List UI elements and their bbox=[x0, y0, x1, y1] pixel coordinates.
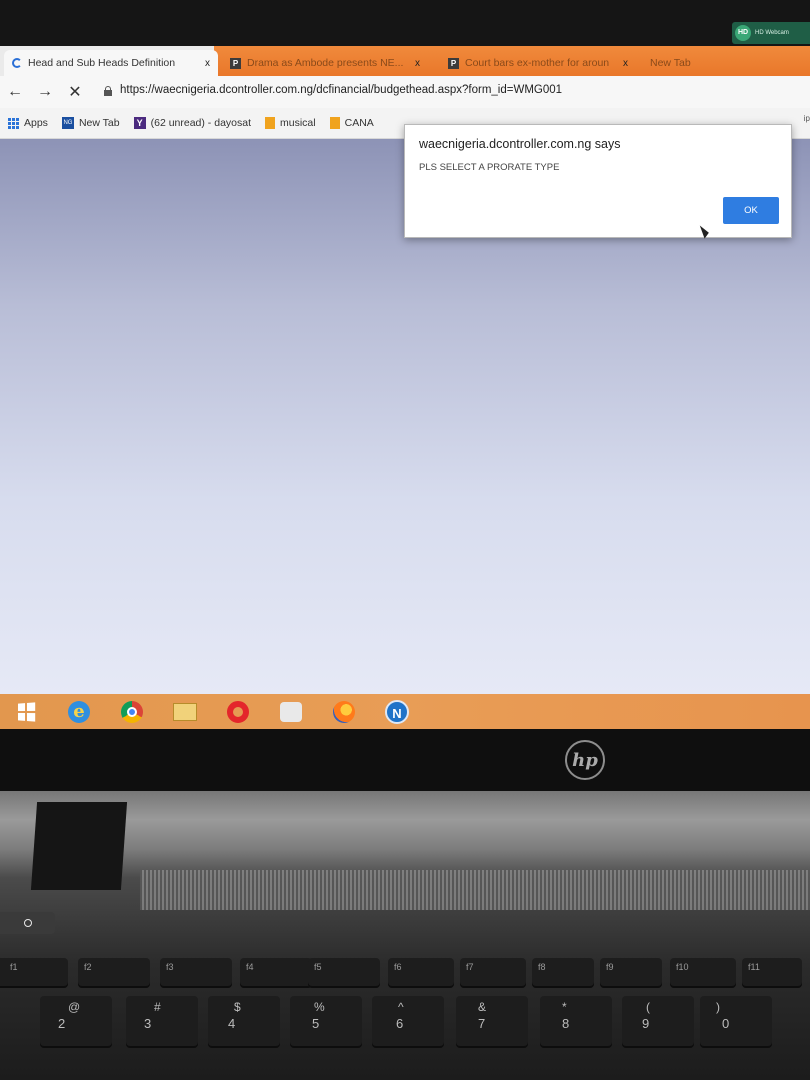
key-f1[interactable]: f1 bbox=[0, 958, 68, 988]
browser-tab-strip: Head and Sub Heads Definition x P Drama … bbox=[0, 46, 810, 76]
tab-head-and-sub-heads[interactable]: Head and Sub Heads Definition x bbox=[4, 50, 218, 76]
loading-spinner-icon bbox=[12, 58, 22, 68]
tab-close-icon[interactable]: x bbox=[623, 58, 628, 69]
yahoo-icon: Y bbox=[133, 117, 146, 129]
key-4[interactable]: $4 bbox=[208, 996, 280, 1048]
key-f8[interactable]: f8 bbox=[532, 958, 594, 988]
chrome-icon bbox=[121, 700, 143, 723]
bookmark-yahoo-mail[interactable]: Y (62 unread) - dayosat bbox=[133, 117, 252, 129]
file-explorer-icon bbox=[173, 702, 197, 721]
windows-taskbar: e N bbox=[0, 694, 810, 729]
punch-favicon-icon: P bbox=[230, 57, 241, 69]
power-icon bbox=[23, 919, 32, 927]
hp-logo: hp bbox=[565, 740, 605, 780]
folder-icon bbox=[265, 117, 276, 129]
key-5[interactable]: % 5 bbox=[290, 996, 362, 1048]
bookmark-label: New Tab bbox=[78, 117, 120, 129]
key-2[interactable]: @2 bbox=[40, 996, 112, 1048]
key-f9[interactable]: f9 bbox=[600, 958, 662, 988]
hinge-bracket bbox=[30, 802, 128, 890]
speaker-grille bbox=[140, 870, 810, 910]
taskbar-file-explorer[interactable] bbox=[165, 694, 205, 729]
bookmark-folder-musical[interactable]: musical bbox=[265, 117, 316, 129]
n-app-icon: N bbox=[385, 699, 409, 724]
taskbar-firefox[interactable] bbox=[324, 694, 364, 729]
key-f2[interactable]: f2 bbox=[78, 958, 150, 988]
firefox-icon bbox=[333, 700, 355, 723]
key-7[interactable]: & 7 bbox=[456, 996, 528, 1048]
bookmarks-overflow[interactable]: ip bbox=[804, 114, 810, 123]
key-8[interactable]: * 8 bbox=[540, 996, 612, 1048]
notification-text: HD Webcam bbox=[755, 29, 789, 36]
address-bar[interactable]: https://waecnigeria.dcontroller.com.ng/d… bbox=[104, 84, 562, 96]
bookmark-label: musical bbox=[280, 117, 316, 129]
bookmark-apps[interactable]: Apps bbox=[8, 117, 48, 129]
apps-grid-icon bbox=[8, 117, 19, 129]
tab-label: Head and Sub Heads Definition bbox=[28, 57, 176, 69]
forward-arrow-icon[interactable]: → bbox=[34, 83, 56, 101]
ok-button[interactable]: OK bbox=[723, 197, 779, 224]
bookmark-new-tab[interactable]: NG New Tab bbox=[61, 117, 120, 129]
bookmark-label: CANA bbox=[344, 117, 374, 129]
javascript-alert-dialog: waecnigeria.dcontroller.com.ng says PLS … bbox=[404, 124, 792, 238]
dialog-message: PLS SELECT A PRORATE TYPE bbox=[419, 162, 560, 173]
tab-new-tab[interactable]: New Tab bbox=[642, 50, 762, 76]
key-f4[interactable]: f4 bbox=[240, 958, 312, 988]
taskbar-app[interactable] bbox=[271, 694, 311, 729]
windows-start-icon bbox=[17, 701, 36, 722]
url-text: https://waecnigeria.dcontroller.com.ng/d… bbox=[120, 84, 563, 96]
stop-loading-icon[interactable]: ✕ bbox=[64, 82, 86, 102]
power-button[interactable] bbox=[0, 912, 55, 934]
tab-close-icon[interactable]: x bbox=[415, 58, 420, 69]
start-button[interactable] bbox=[6, 694, 46, 729]
lock-icon bbox=[104, 85, 112, 96]
key-9[interactable]: (9 bbox=[622, 996, 694, 1048]
bookmark-folder-cana[interactable]: CANA bbox=[329, 117, 374, 129]
key-0[interactable]: ) 0 bbox=[700, 996, 772, 1048]
key-3[interactable]: #3 bbox=[126, 996, 198, 1048]
taskbar-opera[interactable] bbox=[218, 694, 258, 729]
app-icon bbox=[280, 701, 302, 722]
taskbar-n-app[interactable]: N bbox=[377, 694, 417, 729]
laptop-top-bezel bbox=[0, 0, 810, 52]
key-f3[interactable]: f3 bbox=[160, 958, 232, 988]
opera-icon bbox=[227, 700, 249, 723]
bookmark-label: Apps bbox=[24, 117, 48, 129]
taskbar-chrome[interactable] bbox=[112, 694, 152, 729]
webcam-badge-icon: HD bbox=[735, 25, 751, 41]
punch-favicon-icon: P bbox=[448, 57, 459, 69]
key-f10[interactable]: f10 bbox=[670, 958, 736, 988]
dialog-title: waecnigeria.dcontroller.com.ng says bbox=[419, 137, 621, 151]
key-6[interactable]: ^ 6 bbox=[372, 996, 444, 1048]
key-f11[interactable]: f11 bbox=[742, 958, 802, 988]
tab-close-icon[interactable]: x bbox=[205, 58, 210, 69]
internet-explorer-icon: e bbox=[68, 700, 90, 723]
tab-court-bars[interactable]: P Court bars ex-mother for aroun x bbox=[440, 50, 636, 76]
tab-drama-ambode[interactable]: P Drama as Ambode presents NE... x bbox=[222, 50, 428, 76]
key-f6[interactable]: f6 bbox=[388, 958, 454, 988]
key-f5[interactable]: f5 bbox=[308, 958, 380, 988]
tab-label: New Tab bbox=[650, 57, 691, 69]
back-arrow-icon[interactable]: ← bbox=[4, 83, 26, 101]
tab-label: Drama as Ambode presents NE... bbox=[247, 57, 404, 69]
tab-label: Court bars ex-mother for aroun bbox=[465, 57, 610, 69]
folder-icon bbox=[329, 117, 340, 129]
notification-toast[interactable]: HD HD Webcam bbox=[732, 22, 810, 44]
bookmark-label: (62 unread) - dayosat bbox=[150, 117, 252, 129]
key-f7[interactable]: f7 bbox=[460, 958, 526, 988]
newtab-icon: NG bbox=[61, 117, 74, 129]
taskbar-internet-explorer[interactable]: e bbox=[59, 694, 99, 729]
laptop-hinge bbox=[0, 729, 810, 791]
browser-toolbar: ← → ✕ https://waecnigeria.dcontroller.co… bbox=[0, 76, 810, 108]
